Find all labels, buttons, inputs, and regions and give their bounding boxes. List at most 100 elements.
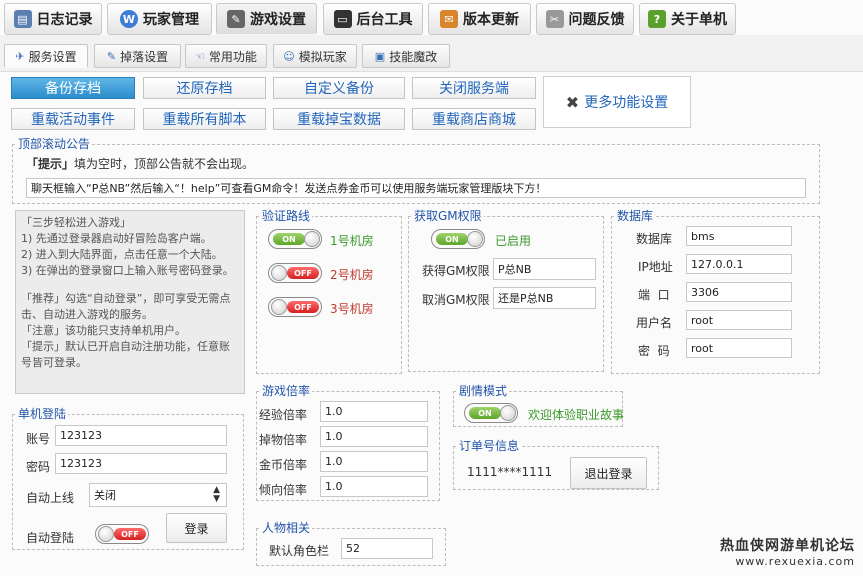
- gm-status: 已启用: [495, 234, 532, 248]
- login-button[interactable]: 登录: [166, 513, 227, 543]
- gm-toggle[interactable]: ON: [431, 229, 485, 249]
- order-panel: 订单号信息 1111****1111 退出登录: [453, 439, 659, 490]
- tab-about[interactable]: ? 关于单机: [639, 3, 736, 35]
- tab-label: 游戏设置: [250, 12, 306, 28]
- toggle-knob: [467, 231, 483, 247]
- auto-online-select[interactable]: 关闭 ▲ ▼: [89, 483, 227, 507]
- tab-log[interactable]: ▤ 日志记录: [4, 3, 102, 35]
- reload-shop-button[interactable]: 重载商店商城: [412, 108, 536, 130]
- tab-label: 后台工具: [356, 12, 413, 28]
- robot-icon: ☺: [283, 49, 295, 63]
- db-password-label: 密 码: [638, 344, 670, 358]
- drop-icon: ✎: [106, 49, 117, 63]
- gm-cancel-label: 取消GM权限: [422, 293, 490, 307]
- account-input[interactable]: 123123: [55, 425, 227, 446]
- guide-box: 「三步轻松进入游戏」 1) 先通过登录器启动好冒险岛客户端。 2) 进入到大陆界…: [15, 210, 245, 394]
- toggle-state: OFF: [287, 301, 319, 313]
- player-icon: W: [120, 10, 138, 28]
- character-legend: 人物相关: [260, 521, 313, 535]
- reload-scripts-button[interactable]: 重载所有脚本: [143, 108, 266, 130]
- announcement-panel: 顶部滚动公告 「提示」填为空时，顶部公告就不会出现。 聊天框输入“P总NB”然后…: [12, 137, 820, 204]
- reload-events-button[interactable]: 重载活动事件: [11, 108, 135, 130]
- log-icon: ▤: [13, 10, 32, 28]
- story-legend: 剧情模式: [457, 384, 510, 398]
- announcement-tip: 「提示」填为空时，顶部公告就不会出现。: [26, 155, 254, 172]
- more-settings-button[interactable]: ✖ 更多功能设置: [543, 76, 691, 128]
- subtab-label: 服务设置: [28, 49, 77, 64]
- guide-line: 「三步轻松进入游戏」: [21, 216, 131, 229]
- gold-rate-input[interactable]: 1.0: [320, 451, 428, 472]
- slot-input[interactable]: 52: [341, 538, 433, 559]
- password-input[interactable]: 123123: [55, 453, 227, 474]
- guide-line: 3) 在弹出的登录窗口上输入账号密码登录。: [21, 264, 234, 277]
- shutdown-server-button[interactable]: 关闭服务端: [412, 77, 536, 99]
- auto-online-value: 关闭: [94, 489, 116, 502]
- tools-icon: ✎: [227, 10, 245, 28]
- subtab-skill-mod[interactable]: ▣ 技能魔改: [362, 44, 450, 68]
- tools-icon: ✖: [565, 92, 580, 112]
- login-panel: 单机登陆 账号 123123 密码 123123 自动上线 关闭 ▲ ▼ 自动登陆…: [12, 407, 244, 550]
- route2-toggle[interactable]: OFF: [268, 263, 322, 283]
- drop-rate-input[interactable]: 1.0: [320, 426, 428, 447]
- db-ip-input[interactable]: 127.0.0.1: [686, 254, 792, 274]
- toggle-knob: [98, 526, 114, 542]
- tab-version-update[interactable]: ✉ 版本更新: [428, 3, 531, 35]
- tab-players[interactable]: W 玩家管理: [107, 3, 212, 35]
- guide-line: 2) 进入到大陆界面，点击任意一个大陆。: [21, 248, 223, 261]
- service-icon: ✈: [15, 49, 25, 63]
- route2-label: 2号机房: [330, 268, 374, 282]
- custom-backup-button[interactable]: 自定义备份: [273, 77, 405, 99]
- reload-drops-button[interactable]: 重载掉宝数据: [273, 108, 405, 130]
- exp-rate-input[interactable]: 1.0: [320, 401, 428, 422]
- db-password-input[interactable]: root: [686, 338, 792, 358]
- db-port-input[interactable]: 3306: [686, 282, 792, 302]
- route1-toggle[interactable]: ON: [268, 229, 322, 249]
- hand-icon: ☜: [195, 49, 205, 63]
- login-legend: 单机登陆: [16, 407, 69, 421]
- logout-button[interactable]: 退出登录: [570, 457, 647, 489]
- about-icon: ?: [648, 10, 666, 28]
- site-watermark: 热血侠网游单机论坛 www.rexuexia.com: [720, 535, 855, 568]
- update-icon: ✉: [440, 10, 458, 28]
- subtab-simulate-player[interactable]: ☺ 模拟玩家: [273, 44, 357, 68]
- tab-feedback[interactable]: ✂ 问题反馈: [536, 3, 634, 35]
- gm-legend: 获取GM权限: [412, 209, 484, 223]
- subtab-common-functions[interactable]: ☜ 常用功能: [185, 44, 267, 68]
- gm-cancel-input[interactable]: 还是P总NB: [493, 287, 596, 309]
- slot-label: 默认角色栏: [269, 544, 330, 558]
- database-legend: 数据库: [615, 209, 656, 223]
- db-name-label: 数据库: [636, 232, 673, 246]
- tab-label: 玩家管理: [143, 12, 199, 28]
- more-settings-label: 更多功能设置: [584, 95, 669, 111]
- auto-login-toggle[interactable]: OFF: [95, 524, 149, 544]
- db-user-input[interactable]: root: [686, 310, 792, 330]
- route3-label: 3号机房: [330, 302, 374, 316]
- db-name-input[interactable]: bms: [686, 226, 792, 246]
- route3-toggle[interactable]: OFF: [268, 297, 322, 317]
- restore-save-button[interactable]: 还原存档: [143, 77, 266, 99]
- story-toggle[interactable]: ON: [464, 403, 518, 423]
- subtab-label: 掉落设置: [120, 49, 169, 64]
- monitor-icon: ▭: [333, 10, 352, 28]
- backup-save-button[interactable]: 备份存档: [11, 77, 135, 99]
- announcement-input[interactable]: 聊天框输入“P总NB”然后输入“！help”可查看GM命令！发送点券金币可以使用…: [26, 178, 806, 198]
- toggle-state: OFF: [287, 267, 319, 279]
- subtab-service-settings[interactable]: ✈ 服务设置: [4, 44, 88, 68]
- routes-panel: 验证路线 ON 1号机房 OFF 2号机房 OFF 3号机房: [256, 209, 402, 374]
- toggle-knob: [271, 299, 287, 315]
- tendency-rate-input[interactable]: 1.0: [320, 476, 428, 497]
- gm-get-input[interactable]: P总NB: [493, 258, 596, 280]
- tab-label: 日志记录: [36, 12, 93, 28]
- tab-label: 问题反馈: [568, 12, 625, 28]
- story-text: 欢迎体验职业故事: [528, 408, 625, 422]
- toggle-state: OFF: [114, 528, 146, 540]
- auto-login-label: 自动登陆: [26, 531, 75, 545]
- route1-label: 1号机房: [330, 234, 374, 248]
- guide-spacer: [21, 279, 239, 291]
- guide-line: 「注意」该功能只支持单机用户。: [21, 324, 186, 337]
- watermark-url: www.rexuexia.com: [735, 555, 855, 568]
- subtab-drop-settings[interactable]: ✎ 掉落设置: [94, 44, 181, 68]
- tab-backend-tools[interactable]: ▭ 后台工具: [323, 3, 423, 35]
- tab-game-settings[interactable]: ✎ 游戏设置: [216, 3, 317, 35]
- gm-get-label: 获得GM权限: [422, 264, 490, 278]
